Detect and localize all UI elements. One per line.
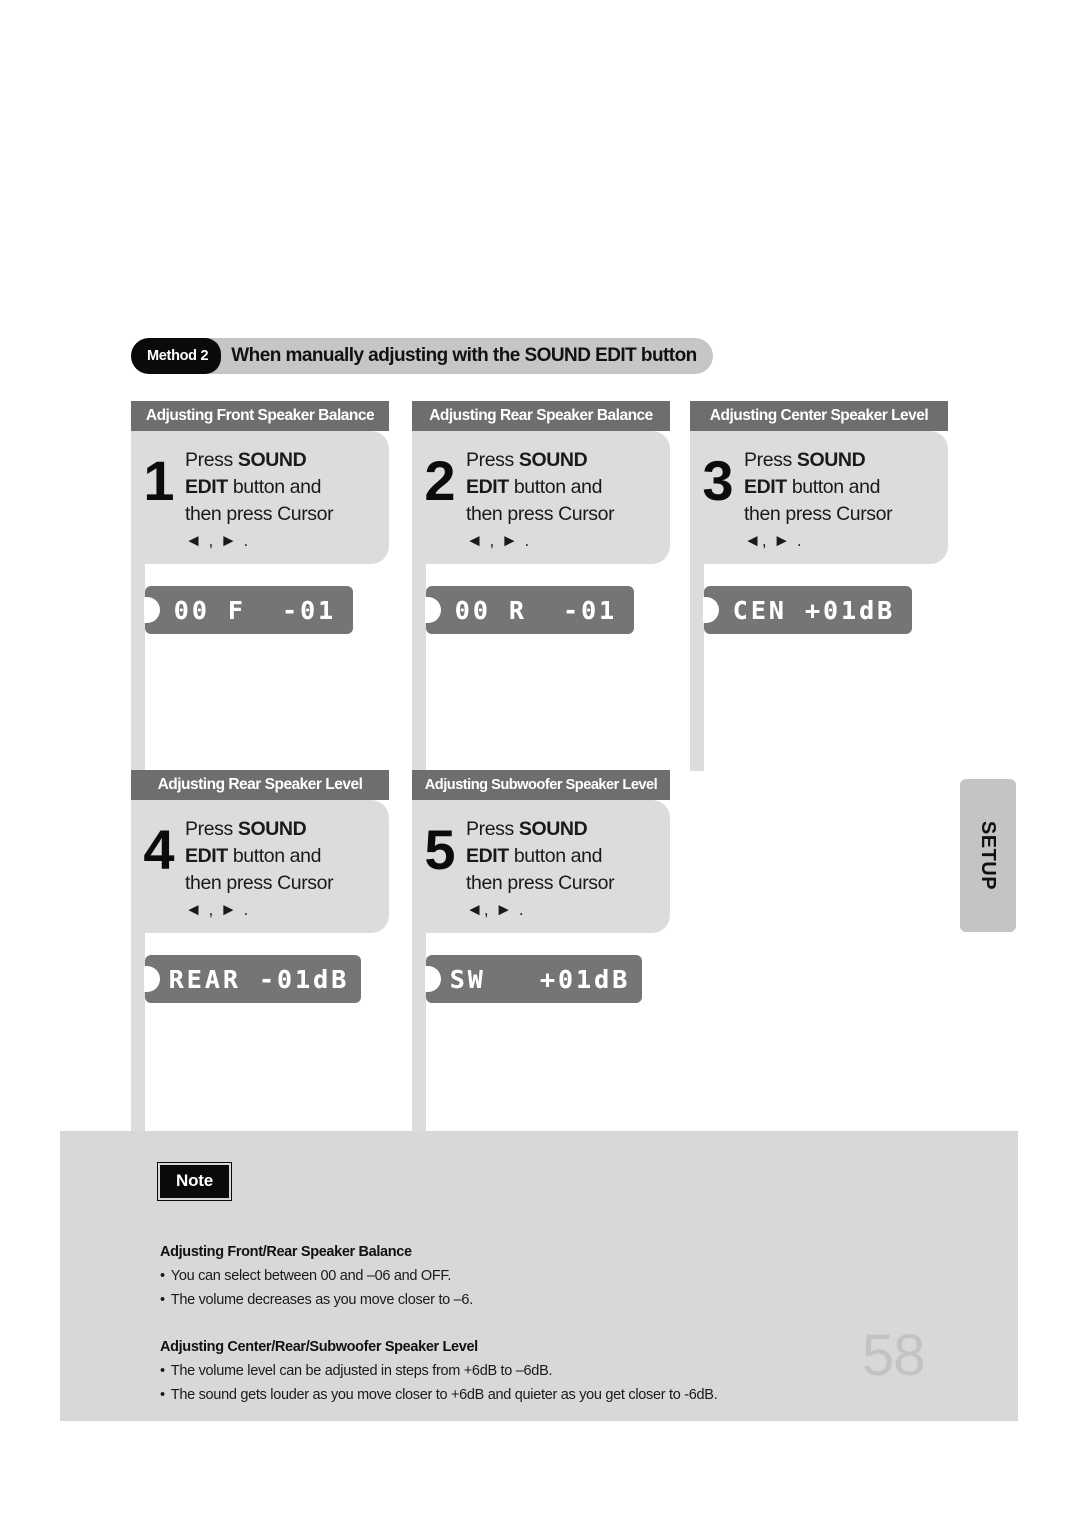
step-line2-post: button and bbox=[227, 475, 322, 498]
step-line2-bold: EDIT bbox=[185, 475, 228, 498]
step-number: 5 bbox=[424, 818, 455, 881]
step-line3: then press Cursor bbox=[185, 871, 334, 894]
note-section1-item: • You can select between 00 and –06 and O… bbox=[160, 1268, 451, 1284]
note-section1-item: • The volume decreases as you move closer… bbox=[160, 1292, 473, 1308]
note-section1-title: Adjusting Front/Rear Speaker Balance bbox=[160, 1244, 412, 1260]
step-number: 1 bbox=[143, 449, 174, 512]
lcd-display-text: 00 F -01 bbox=[162, 595, 337, 625]
procedure-column-subwoofer-level: Adjusting Subwoofer Speaker Level 5 Pres… bbox=[412, 770, 670, 1135]
procedure-column-front-balance: Adjusting Front Speaker Balance 1 Press … bbox=[131, 401, 389, 1131]
lcd-display-wrap: 00 R -01 bbox=[425, 586, 634, 635]
lcd-display-text: SW +01dB bbox=[438, 964, 631, 994]
procedure-column-rear-level: Adjusting Rear Speaker Level 4 Press SOU… bbox=[131, 770, 389, 1135]
procedure-column-center-level: Adjusting Center Speaker Level 3 Press S… bbox=[690, 401, 948, 771]
step-line3: then press Cursor bbox=[185, 502, 334, 525]
step-line1-prefix: Press bbox=[466, 818, 519, 840]
lcd-display-wrap: CEN +01dB bbox=[703, 586, 912, 635]
setup-side-tab[interactable]: SETUP bbox=[960, 779, 1016, 932]
method-banner: Method 2 When manually adjusting with th… bbox=[131, 338, 713, 374]
step-instruction: Press SOUND EDIT button and then press C… bbox=[185, 812, 334, 921]
note-item-text: The volume decreases as you move closer … bbox=[170, 1292, 473, 1308]
column-header: Adjusting Subwoofer Speaker Level bbox=[412, 770, 670, 800]
step-line1-bold: SOUND bbox=[796, 449, 866, 471]
step-line2-bold: EDIT bbox=[466, 844, 509, 867]
step-line2-post: button and bbox=[786, 475, 881, 498]
step-line1-bold: SOUND bbox=[518, 818, 588, 840]
cursor-buttons-line: ◄ , ► . bbox=[185, 530, 250, 550]
note-item-text: The volume level can be adjusted in step… bbox=[170, 1363, 553, 1379]
note-badge: Note bbox=[160, 1165, 229, 1198]
step-line1-bold: SOUND bbox=[237, 449, 307, 471]
step-instruction: Press SOUND EDIT button and then press C… bbox=[466, 812, 615, 921]
step-line2-post: button and bbox=[508, 475, 603, 498]
method-title: When manually adjusting with the SOUND E… bbox=[231, 345, 697, 366]
bullet-icon: • bbox=[160, 1292, 165, 1308]
step-number: 2 bbox=[424, 449, 455, 512]
cursor-buttons-line: ◄, ► . bbox=[466, 899, 525, 919]
method-badge: Method 2 bbox=[131, 338, 222, 374]
step-line1-prefix: Press bbox=[744, 449, 797, 471]
step-line1-bold: SOUND bbox=[518, 449, 588, 471]
cursor-buttons-line: ◄, ► . bbox=[744, 530, 803, 550]
lcd-display-text: CEN +01dB bbox=[721, 595, 896, 625]
step-line2-bold: EDIT bbox=[744, 475, 787, 498]
procedure-column-rear-balance: Adjusting Rear Speaker Balance 2 Press S… bbox=[412, 401, 670, 1131]
step-line2-bold: EDIT bbox=[185, 844, 228, 867]
step-instruction: Press SOUND EDIT button and then press C… bbox=[466, 443, 615, 552]
column-header: Adjusting Rear Speaker Level bbox=[131, 770, 389, 800]
step-number: 3 bbox=[702, 449, 733, 512]
cursor-buttons-line: ◄ , ► . bbox=[466, 530, 531, 550]
bullet-icon: • bbox=[160, 1387, 165, 1403]
step-line3: then press Cursor bbox=[466, 871, 615, 894]
step-card: 3 Press SOUND EDIT button and then press… bbox=[690, 431, 948, 565]
step-card: 2 Press SOUND EDIT button and then press… bbox=[412, 431, 670, 565]
column-header: Adjusting Front Speaker Balance bbox=[131, 401, 389, 431]
step-line2-post: button and bbox=[508, 844, 603, 867]
step-line1-bold: SOUND bbox=[237, 818, 307, 840]
cursor-buttons-line: ◄ , ► . bbox=[185, 899, 250, 919]
lcd-display-wrap: 00 F -01 bbox=[144, 586, 353, 635]
note-item-text: The sound gets louder as you move closer… bbox=[170, 1387, 718, 1403]
step-number: 4 bbox=[143, 818, 174, 881]
bullet-icon: • bbox=[160, 1268, 165, 1284]
lcd-display-wrap: SW +01dB bbox=[425, 955, 642, 1004]
step-line1-prefix: Press bbox=[466, 449, 519, 471]
step-instruction: Press SOUND EDIT button and then press C… bbox=[744, 443, 893, 552]
lcd-display-text: 00 R -01 bbox=[443, 595, 618, 625]
note-section2-item: • The volume level can be adjusted in ste… bbox=[160, 1363, 552, 1379]
lcd-value: SW +01dB bbox=[449, 964, 631, 994]
column-header: Adjusting Center Speaker Level bbox=[690, 401, 948, 431]
lcd-display: CEN +01dB bbox=[703, 586, 912, 635]
setup-tab-label: SETUP bbox=[977, 820, 1000, 891]
lcd-value: REAR -01dB bbox=[168, 964, 350, 994]
column-header: Adjusting Rear Speaker Balance bbox=[412, 401, 670, 431]
step-line1-prefix: Press bbox=[185, 449, 238, 471]
step-line2-bold: EDIT bbox=[466, 475, 509, 498]
lcd-display-wrap: REAR -01dB bbox=[144, 955, 361, 1004]
note-section2-item: • The sound gets louder as you move close… bbox=[160, 1387, 718, 1403]
lcd-value: 00 R -01 bbox=[454, 595, 618, 625]
lcd-display: SW +01dB bbox=[425, 955, 642, 1004]
step-instruction: Press SOUND EDIT button and then press C… bbox=[185, 443, 334, 552]
step-card: 5 Press SOUND EDIT button and then press… bbox=[412, 800, 670, 934]
lcd-display: REAR -01dB bbox=[144, 955, 361, 1004]
note-item-text: You can select between 00 and –06 and OF… bbox=[170, 1268, 452, 1284]
lcd-value: CEN +01dB bbox=[732, 595, 896, 625]
bullet-icon: • bbox=[160, 1363, 165, 1379]
step-line2-post: button and bbox=[227, 844, 322, 867]
lcd-display: 00 R -01 bbox=[425, 586, 634, 635]
lcd-display-text: REAR -01dB bbox=[157, 964, 350, 994]
note-section2-title: Adjusting Center/Rear/Subwoofer Speaker … bbox=[160, 1339, 478, 1355]
step-line3: then press Cursor bbox=[466, 502, 615, 525]
lcd-value: 00 F -01 bbox=[173, 595, 337, 625]
step-line1-prefix: Press bbox=[185, 818, 238, 840]
step-card: 4 Press SOUND EDIT button and then press… bbox=[131, 800, 389, 934]
page-number: 58 bbox=[862, 1323, 926, 1388]
lcd-display: 00 F -01 bbox=[144, 586, 353, 635]
step-card: 1 Press SOUND EDIT button and then press… bbox=[131, 431, 389, 565]
step-line3: then press Cursor bbox=[744, 502, 893, 525]
